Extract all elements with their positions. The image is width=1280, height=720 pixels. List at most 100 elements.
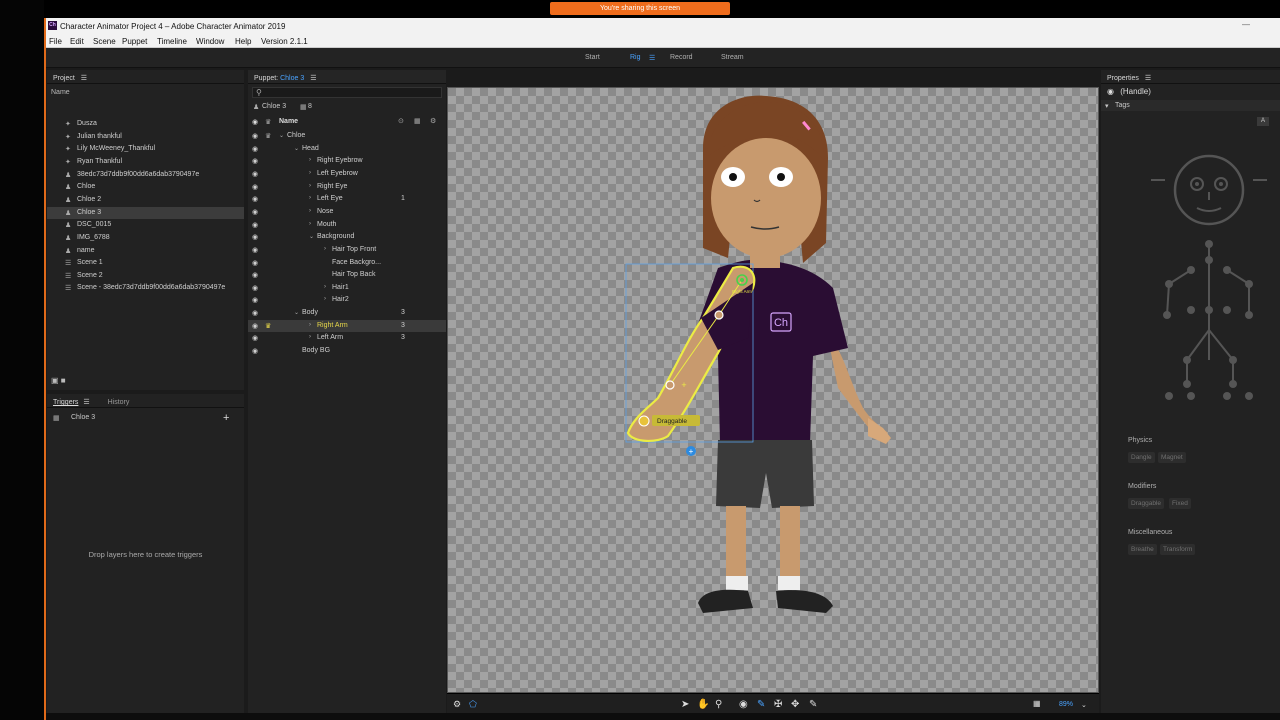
eye-icon[interactable]: ◉	[252, 284, 258, 292]
tag-fixed[interactable]: Fixed	[1169, 498, 1191, 509]
tab-triggers[interactable]: Triggers	[53, 399, 78, 406]
project-item[interactable]: ✦ Ryan Thankful	[47, 156, 244, 168]
project-item[interactable]: ♟ 38edc73d7ddb9f00dd6a6dab3790497e	[47, 169, 244, 181]
stick-tool-icon[interactable]: ✎	[809, 699, 817, 710]
layer-row[interactable]: ◉ › Left Arm 3	[248, 332, 446, 345]
eye-icon[interactable]: ◉	[252, 309, 258, 317]
layer-row[interactable]: ◉ › Right Eyebrow	[248, 155, 446, 168]
mode-stream[interactable]: Stream	[721, 54, 744, 61]
eye-icon[interactable]: ◉	[252, 195, 258, 203]
draggable-handle[interactable]	[638, 415, 650, 427]
layer-row[interactable]: ◉ › Nose	[248, 206, 446, 219]
chevron-right-icon[interactable]: ›	[309, 334, 311, 340]
eye-icon[interactable]: ◉	[252, 208, 258, 216]
elbow-handle[interactable]	[714, 310, 724, 320]
tag-breathe[interactable]: Breathe	[1128, 544, 1157, 555]
project-item[interactable]: ♟ Chloe 2	[47, 194, 244, 206]
project-item[interactable]: ✦ Lily McWeeney_Thankful	[47, 143, 244, 155]
eye-icon[interactable]: ◉	[252, 246, 258, 254]
chevron-right-icon[interactable]: ›	[324, 296, 326, 302]
layer-row[interactable]: ◉ › Hair1	[248, 282, 446, 295]
project-item[interactable]: ♟ Chloe 3	[47, 206, 244, 219]
menu-edit[interactable]: Edit	[70, 37, 84, 46]
origin-tool-icon[interactable]: ◉	[739, 699, 748, 710]
crumb-name[interactable]: Chloe 3	[262, 103, 286, 110]
handle-col-icon[interactable]: ⊙	[398, 117, 404, 125]
eye-icon[interactable]: ◉	[252, 259, 258, 267]
chevron-right-icon[interactable]: ›	[309, 157, 311, 163]
eye-icon[interactable]: ◉	[252, 132, 258, 140]
layer-row[interactable]: ◉ ⌄ Background	[248, 231, 446, 244]
mesh-icon[interactable]: ⬠	[469, 699, 477, 710]
eye-icon[interactable]: ◉	[252, 334, 258, 342]
layer-row[interactable]: ◉ › Hair2	[248, 294, 446, 307]
chevron-right-icon[interactable]: ›	[309, 183, 311, 189]
project-item[interactable]: ☰ Scene 1	[47, 257, 244, 269]
mesh-col-icon[interactable]: ▦	[414, 117, 421, 125]
mode-start[interactable]: Start	[585, 54, 600, 61]
layer-row[interactable]: ◉ › Hair Top Front	[248, 244, 446, 257]
lock-col-icon[interactable]: ⚙	[430, 117, 436, 125]
menu-window[interactable]: Window	[196, 37, 224, 46]
panel-menu-icon[interactable]: ☰	[1145, 75, 1151, 82]
eye-icon[interactable]: ◉	[252, 271, 258, 279]
sharing-banner[interactable]: You're sharing this screen	[550, 2, 730, 15]
zoom-tool-icon[interactable]: ⚲	[715, 699, 722, 710]
project-item[interactable]: ✦ Dusza	[47, 118, 244, 130]
crown-icon[interactable]: ♛	[265, 322, 271, 330]
puppet-search-input[interactable]: ⚲	[252, 87, 442, 98]
mode-rig[interactable]: Rig	[630, 54, 641, 61]
layer-row[interactable]: ◉ Hair Top Back	[248, 269, 446, 282]
layer-row[interactable]: ◉ ♛ ⌄ Chloe	[248, 130, 446, 143]
project-item[interactable]: ♟ name	[47, 245, 244, 257]
project-item[interactable]: ☰ Scene 2	[47, 270, 244, 282]
chevron-right-icon[interactable]: ›	[309, 322, 311, 328]
rig-canvas[interactable]: Ch Right Arm + Draggable +	[447, 87, 1099, 693]
layer-row[interactable]: ◉ ⌄ Body 3	[248, 307, 446, 320]
chevron-down-icon[interactable]: ⌄	[309, 233, 314, 240]
wrist-handle[interactable]	[665, 380, 675, 390]
layer-row[interactable]: ◉ Face Backgro...	[248, 257, 446, 270]
chevron-down-icon[interactable]: ⌄	[279, 132, 284, 139]
chevron-right-icon[interactable]: ›	[309, 221, 311, 227]
chevron-down-icon[interactable]: ⌄	[294, 309, 299, 316]
layer-row[interactable]: ◉ › Left Eye 1	[248, 193, 446, 206]
menu-puppet[interactable]: Puppet	[122, 37, 147, 46]
handle-tool-icon[interactable]: ✎	[757, 699, 765, 710]
select-tool-icon[interactable]: ➤	[681, 699, 689, 710]
chevron-right-icon[interactable]: ›	[324, 284, 326, 290]
panel-menu-icon[interactable]: ☰	[310, 75, 316, 82]
camera-icon[interactable]: ⚙	[453, 699, 461, 710]
eye-icon[interactable]: ◉	[252, 347, 258, 355]
layer-row[interactable]: ◉ ♛ › Right Arm 3	[248, 319, 446, 333]
fit-icon[interactable]: ▦	[1033, 699, 1041, 708]
layer-row[interactable]: ◉ Body BG	[248, 345, 446, 358]
menu-scene[interactable]: Scene	[93, 37, 116, 46]
panel-menu-icon[interactable]: ☰	[81, 75, 87, 82]
eye-icon[interactable]: ◉	[252, 170, 258, 178]
layer-row[interactable]: ◉ › Right Eye	[248, 181, 446, 194]
chevron-right-icon[interactable]: ›	[309, 208, 311, 214]
eye-icon[interactable]: ◉	[252, 322, 258, 330]
tab-history[interactable]: History	[108, 399, 130, 406]
menu-file[interactable]: File	[49, 37, 62, 46]
project-item[interactable]: ✦ Julian thankful	[47, 131, 244, 143]
trigger-puppet-row[interactable]: ▦ Chloe 3 +	[47, 412, 244, 424]
new-scene-icon[interactable]: ▣ ■	[51, 376, 66, 385]
eye-icon[interactable]: ◉	[252, 221, 258, 229]
zoom-level[interactable]: 89%	[1059, 701, 1073, 708]
minimize-icon[interactable]: —	[1242, 20, 1250, 29]
eye-icon[interactable]: ◉	[252, 145, 258, 153]
menu-help[interactable]: Help	[235, 37, 251, 46]
chevron-right-icon[interactable]: ›	[309, 195, 311, 201]
tag-badge[interactable]: A	[1257, 117, 1269, 126]
move-tool-icon[interactable]: ✥	[791, 699, 799, 710]
tag-dangle[interactable]: Dangle	[1128, 452, 1155, 463]
puppet-name[interactable]: Chloe 3	[280, 75, 304, 82]
tag-transform[interactable]: Transform	[1160, 544, 1196, 555]
eye-icon[interactable]: ◉	[252, 183, 258, 191]
add-trigger-button[interactable]: +	[223, 412, 229, 424]
eye-icon[interactable]: ◉	[252, 296, 258, 304]
chevron-down-icon[interactable]: ⌄	[294, 145, 299, 152]
tags-section[interactable]: ▾ Tags	[1101, 100, 1280, 111]
